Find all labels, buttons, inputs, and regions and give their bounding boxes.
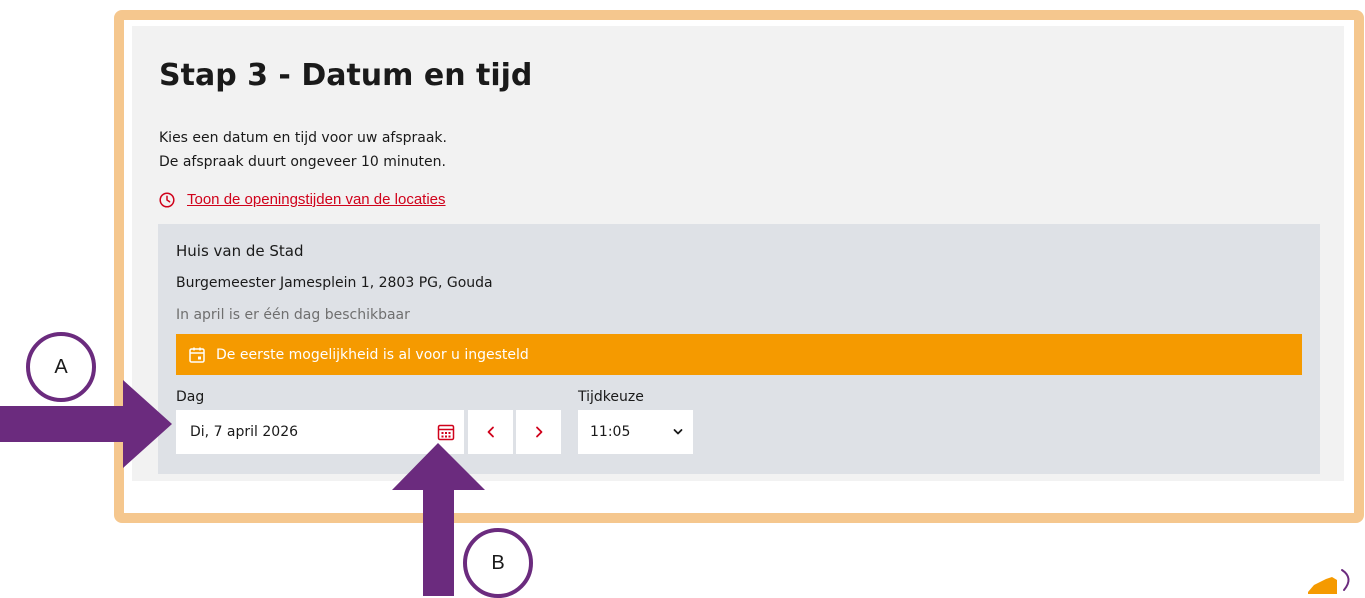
brand-logo <box>1308 569 1350 594</box>
annotation-badge-b: B <box>463 528 533 598</box>
annotation-b-label: B <box>491 551 505 574</box>
annotation-a-label: A <box>54 355 68 378</box>
arrow-a <box>0 380 172 468</box>
annotation-arrows <box>0 380 485 596</box>
annotation-badge-a: A <box>26 332 96 402</box>
